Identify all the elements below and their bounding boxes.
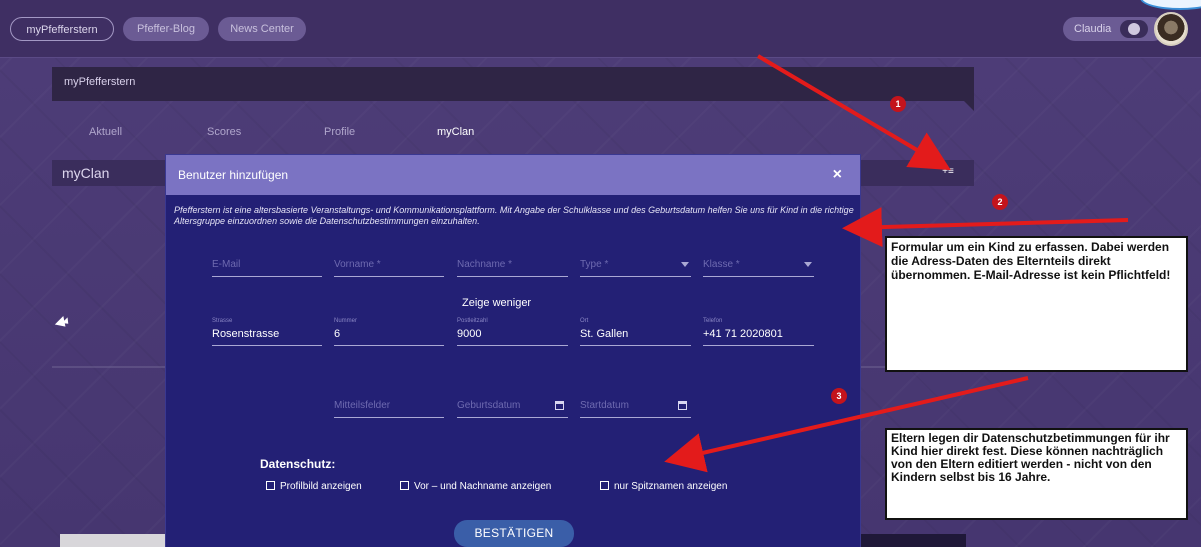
- arrow-2: [842, 207, 1129, 248]
- arrow-1: [756, 54, 951, 171]
- annotation-arrows: [664, 54, 1129, 473]
- arrow-3: [664, 376, 1029, 473]
